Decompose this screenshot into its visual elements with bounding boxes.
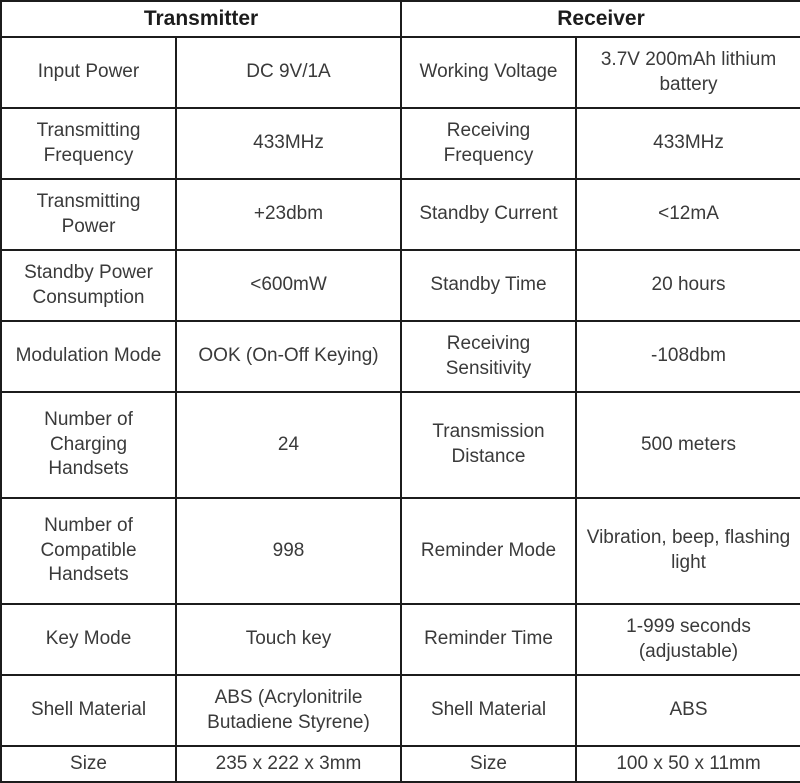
receiver-value-cell: 100 x 50 x 11mm (574, 745, 800, 783)
receiver-parameter-cell: Receiving Sensitivity (400, 320, 577, 393)
table-row: Transmitting Frequency 433MHz Receiving Fr… (0, 107, 800, 180)
header-receiver: Receiver (399, 0, 800, 38)
table-row: Standby Power Consumption <600mW Standby T… (0, 249, 800, 322)
transmitter-parameter-cell: Size (0, 745, 177, 783)
transmitter-parameter-cell: Number of Charging Handsets (0, 391, 177, 499)
table-body: Input Power DC 9V/1A Working Voltage 3.7V 2… (0, 36, 800, 783)
header-transmitter: Transmitter (0, 0, 402, 38)
transmitter-parameter-cell: Key Mode (0, 603, 177, 676)
transmitter-value-cell: 998 (175, 497, 402, 605)
receiver-parameter-cell: Standby Time (400, 249, 577, 322)
transmitter-parameter-cell: Modulation Mode (0, 320, 177, 393)
transmitter-value-cell: +23dbm (175, 178, 402, 251)
table-row: Size 235 x 222 x 3mm Size 100 x 50 x 11mm (0, 745, 800, 783)
table-row: Number of Compatible Handsets 998 Reminder… (0, 497, 800, 605)
transmitter-parameter-cell: Transmitting Power (0, 178, 177, 251)
receiver-parameter-cell: Working Voltage (400, 36, 577, 109)
header-row: Transmitter Receiver (0, 0, 800, 38)
table-row: Input Power DC 9V/1A Working Voltage 3.7V 2… (0, 36, 800, 109)
transmitter-value-cell: ABS (Acrylonitrile Butadiene Styrene) (175, 674, 402, 747)
transmitter-value-cell: 433MHz (175, 107, 402, 180)
transmitter-value-cell: OOK (On-Off Keying) (175, 320, 402, 393)
receiver-parameter-cell: Size (400, 745, 577, 783)
receiver-parameter-cell: Receiving Frequency (400, 107, 577, 180)
receiver-parameter-cell: Reminder Time (400, 603, 577, 676)
receiver-value-cell: 1-999 seconds (adjustable) (574, 603, 800, 676)
receiver-parameter-cell: Transmission Distance (400, 391, 577, 499)
receiver-value-cell: -108dbm (574, 320, 800, 393)
transmitter-parameter-cell: Shell Material (0, 674, 177, 747)
transmitter-parameter-cell: Input Power (0, 36, 177, 109)
receiver-value-cell: 3.7V 200mAh lithium battery (574, 36, 800, 109)
receiver-value-cell: Vibration, beep, flashing light (574, 497, 800, 605)
transmitter-value-cell: DC 9V/1A (175, 36, 402, 109)
table-row: Shell Material ABS (Acrylonitrile Butadie… (0, 674, 800, 747)
receiver-value-cell: 500 meters (574, 391, 800, 499)
table-row: Number of Charging Handsets 24 Transmissio… (0, 391, 800, 499)
specification-table: Transmitter Receiver Input Power DC 9V/1A… (0, 0, 800, 783)
transmitter-parameter-cell: Standby Power Consumption (0, 249, 177, 322)
table-row: Modulation Mode OOK (On-Off Keying) Receiv… (0, 320, 800, 393)
transmitter-value-cell: 24 (175, 391, 402, 499)
receiver-value-cell: ABS (574, 674, 800, 747)
transmitter-parameter-cell: Transmitting Frequency (0, 107, 177, 180)
table-header: Transmitter Receiver (0, 0, 800, 38)
receiver-value-cell: 433MHz (574, 107, 800, 180)
transmitter-value-cell: Touch key (175, 603, 402, 676)
receiver-value-cell: <12mA (574, 178, 800, 251)
receiver-parameter-cell: Reminder Mode (400, 497, 577, 605)
transmitter-parameter-cell: Number of Compatible Handsets (0, 497, 177, 605)
table-row: Transmitting Power +23dbm Standby Current <… (0, 178, 800, 251)
receiver-parameter-cell: Standby Current (400, 178, 577, 251)
table-row: Key Mode Touch key Reminder Time 1-999 seco… (0, 603, 800, 676)
receiver-parameter-cell: Shell Material (400, 674, 577, 747)
transmitter-value-cell: <600mW (175, 249, 402, 322)
receiver-value-cell: 20 hours (574, 249, 800, 322)
transmitter-value-cell: 235 x 222 x 3mm (175, 745, 402, 783)
